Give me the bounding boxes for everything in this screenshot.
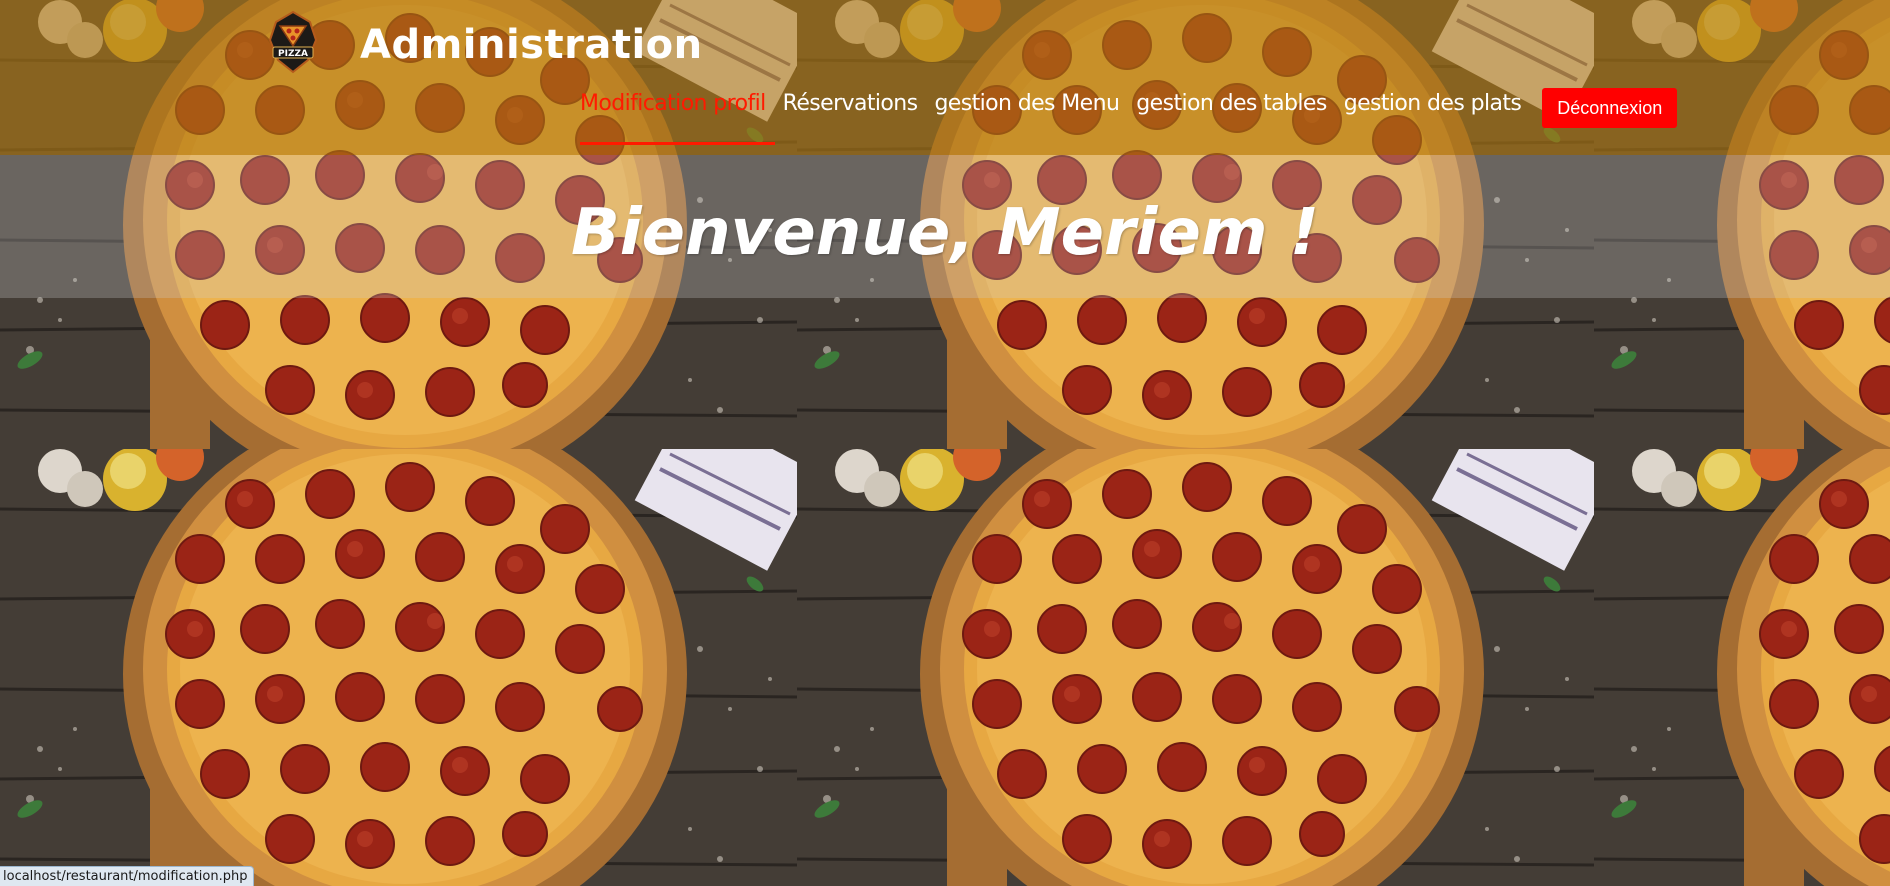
browser-status-url: localhost/restaurant/modification.php bbox=[0, 866, 255, 886]
site-header: PIZZA Administration Modification profil… bbox=[0, 0, 1890, 155]
nav-item-gestion-plats[interactable]: gestion des plats bbox=[1344, 84, 1531, 124]
main-nav: Modification profil Réservations gestion… bbox=[580, 84, 1678, 145]
welcome-banner: Bienvenue, Meriem ! bbox=[0, 155, 1890, 298]
logout-button[interactable]: Déconnexion bbox=[1542, 88, 1678, 128]
nav-item-modification-profil[interactable]: Modification profil bbox=[580, 84, 775, 145]
nav-item-reservations[interactable]: Réservations bbox=[783, 84, 927, 124]
pizza-logo-icon[interactable]: PIZZA bbox=[264, 10, 322, 74]
page-title: Administration bbox=[360, 22, 703, 68]
nav-item-gestion-tables[interactable]: gestion des tables bbox=[1136, 84, 1335, 124]
welcome-heading: Bienvenue, Meriem ! bbox=[570, 196, 1320, 270]
svg-text:PIZZA: PIZZA bbox=[278, 49, 308, 59]
nav-item-gestion-menu[interactable]: gestion des Menu bbox=[934, 84, 1128, 124]
